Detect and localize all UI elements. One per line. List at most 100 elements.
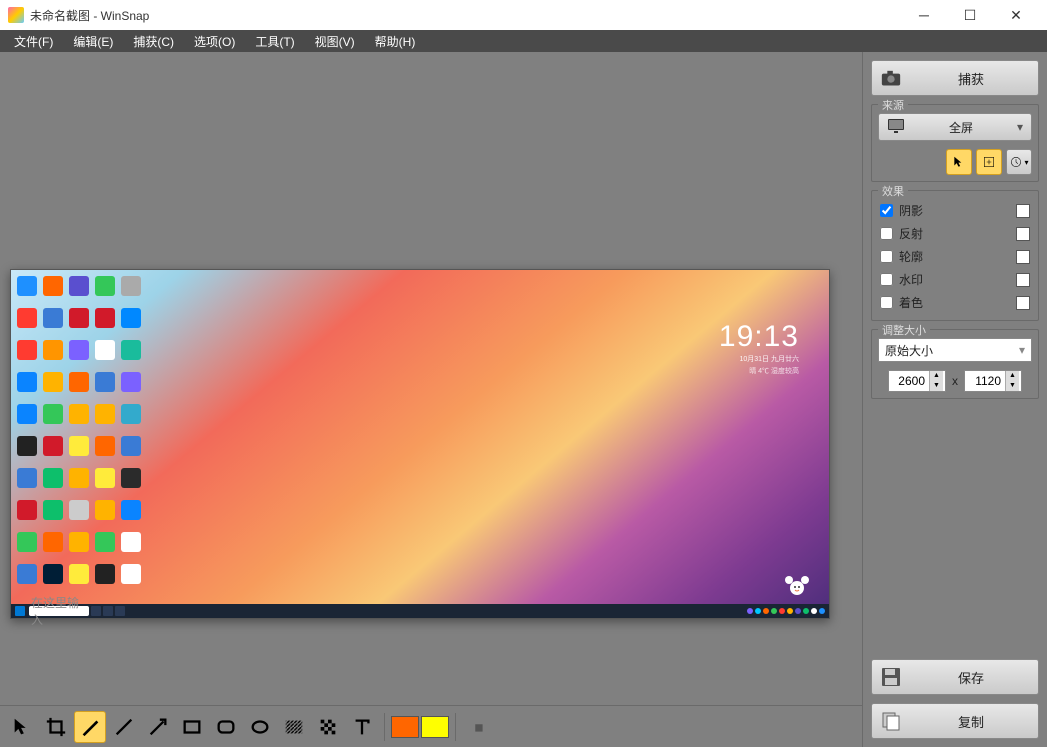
- menu-edit[interactable]: 编辑(E): [63, 30, 123, 53]
- outline-checkbox[interactable]: [880, 250, 893, 263]
- desktop-icon: [43, 308, 63, 328]
- separator: [384, 713, 385, 741]
- clock-widget: 19:13 10月31日 九月廿六 晴 4℃ 湿度较高: [719, 320, 799, 376]
- tb-app: [91, 606, 101, 616]
- resize-mode-value: 原始大小: [885, 342, 933, 359]
- width-input[interactable]: ▲▼: [888, 370, 946, 392]
- source-select[interactable]: 全屏 ▾: [878, 113, 1032, 141]
- desktop-icon: [17, 468, 37, 488]
- reflection-checkbox[interactable]: [880, 227, 893, 240]
- tool-crop[interactable]: [40, 711, 72, 743]
- desktop-icon: [43, 404, 63, 424]
- tool-pixelate[interactable]: [312, 711, 344, 743]
- start-icon: [15, 606, 25, 616]
- clock-weather: 晴 4℃ 湿度较高: [719, 366, 799, 376]
- maximize-button[interactable]: ☐: [947, 0, 993, 30]
- watermark-checkbox[interactable]: [880, 273, 893, 286]
- capture-label: 捕获: [912, 69, 1030, 88]
- color-secondary[interactable]: [421, 716, 449, 738]
- tool-arrow[interactable]: [142, 711, 174, 743]
- tool-highlighter[interactable]: [74, 711, 106, 743]
- desktop-icon: [95, 340, 115, 360]
- shadow-checkbox[interactable]: [880, 204, 893, 217]
- source-group: 来源 全屏 ▾ ▾: [871, 104, 1039, 182]
- desktop-icon: [121, 500, 141, 520]
- screenshot-preview[interactable]: 19:13 10月31日 九月廿六 晴 4℃ 湿度较高 在这里输入: [10, 269, 830, 619]
- mode-cursor[interactable]: [946, 149, 972, 175]
- tool-ellipse[interactable]: [244, 711, 276, 743]
- desktop-icon: [69, 340, 89, 360]
- desktop-icon: [95, 564, 115, 584]
- menu-capture[interactable]: 捕获(C): [123, 30, 184, 53]
- desktop-icon: [121, 468, 141, 488]
- desktop-icon: [121, 436, 141, 456]
- close-button[interactable]: ✕: [993, 0, 1039, 30]
- spin-up[interactable]: ▲: [1005, 371, 1019, 381]
- dropdown-caret-icon: ▾: [1017, 120, 1023, 134]
- save-button[interactable]: 保存: [871, 659, 1039, 695]
- monitor-icon: [887, 118, 905, 137]
- tool-text[interactable]: [346, 711, 378, 743]
- color-primary[interactable]: [391, 716, 419, 738]
- tray-icon: [779, 608, 785, 614]
- menu-tools[interactable]: 工具(T): [245, 30, 304, 53]
- tool-line[interactable]: [108, 711, 140, 743]
- reflection-color[interactable]: [1016, 227, 1030, 241]
- spin-up[interactable]: ▲: [929, 371, 943, 381]
- minimize-button[interactable]: ─: [901, 0, 947, 30]
- menu-view[interactable]: 视图(V): [305, 30, 365, 53]
- canvas-viewport[interactable]: 19:13 10月31日 九月廿六 晴 4℃ 湿度较高 在这里输入: [0, 52, 862, 705]
- tb-app: [103, 606, 113, 616]
- spin-down[interactable]: ▼: [929, 381, 943, 391]
- outline-color[interactable]: [1016, 250, 1030, 264]
- desktop-icon: [43, 500, 63, 520]
- desktop-icon: [69, 276, 89, 296]
- height-field[interactable]: [965, 374, 1005, 388]
- height-input[interactable]: ▲▼: [964, 370, 1022, 392]
- desktop-icon: [69, 468, 89, 488]
- tray-icon: [819, 608, 825, 614]
- desktop-icon: [43, 340, 63, 360]
- capture-button[interactable]: 捕获: [871, 60, 1039, 96]
- menu-file[interactable]: 文件(F): [4, 30, 63, 53]
- menu-help[interactable]: 帮助(H): [365, 30, 426, 53]
- tint-label: 着色: [899, 294, 1010, 311]
- desktop-icon: [17, 372, 37, 392]
- desktop-icon: [69, 372, 89, 392]
- desktop-icon: [95, 372, 115, 392]
- tool-rounded-rect[interactable]: [210, 711, 242, 743]
- source-legend: 来源: [878, 97, 908, 113]
- desktop-icon: [17, 404, 37, 424]
- spin-down[interactable]: ▼: [1005, 381, 1019, 391]
- tray-icon: [787, 608, 793, 614]
- tint-color[interactable]: [1016, 296, 1030, 310]
- tool-pointer[interactable]: [6, 711, 38, 743]
- copy-icon: [880, 711, 902, 731]
- bottom-toolbar: [0, 705, 862, 747]
- desktop-icon: [17, 308, 37, 328]
- menu-options[interactable]: 选项(O): [184, 30, 245, 53]
- shadow-color[interactable]: [1016, 204, 1030, 218]
- window-title: 未命名截图 - WinSnap: [30, 7, 901, 24]
- reflection-label: 反射: [899, 225, 1010, 242]
- desktop-icon: [121, 340, 141, 360]
- resize-legend: 调整大小: [878, 322, 930, 338]
- canvas-area: 19:13 10月31日 九月廿六 晴 4℃ 湿度较高 在这里输入: [0, 52, 862, 747]
- tool-blur[interactable]: [278, 711, 310, 743]
- desktop-icon: [43, 436, 63, 456]
- copy-button[interactable]: 复制: [871, 703, 1039, 739]
- desktop-icons-grid: [17, 276, 145, 594]
- desktop-icon: [69, 308, 89, 328]
- desktop-icon: [17, 532, 37, 552]
- tint-checkbox[interactable]: [880, 296, 893, 309]
- mode-delay[interactable]: ▾: [1006, 149, 1032, 175]
- tool-size[interactable]: [462, 711, 494, 743]
- resize-mode-select[interactable]: 原始大小 ▾: [878, 338, 1032, 362]
- desktop-icon: [95, 468, 115, 488]
- desktop-icon: [43, 468, 63, 488]
- desktop-icon: [43, 532, 63, 552]
- tool-rectangle[interactable]: [176, 711, 208, 743]
- width-field[interactable]: [889, 374, 929, 388]
- mode-fit[interactable]: [976, 149, 1002, 175]
- watermark-color[interactable]: [1016, 273, 1030, 287]
